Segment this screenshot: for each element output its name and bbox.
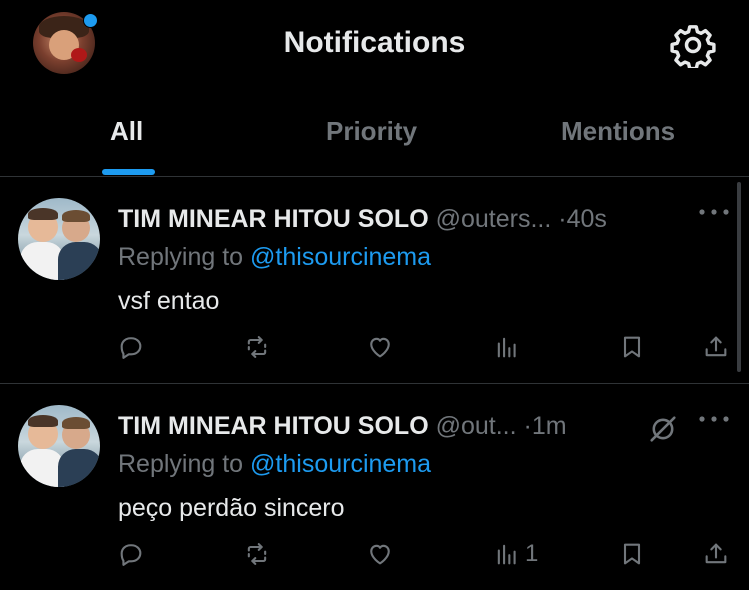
author-handle[interactable]: @out...: [436, 412, 517, 440]
share-icon: [705, 336, 727, 357]
reply-icon: [120, 337, 142, 359]
reply-icon: [120, 544, 142, 566]
more-options-icon[interactable]: [697, 412, 731, 426]
grok-icon[interactable]: [646, 412, 680, 446]
views-icon: [497, 544, 516, 565]
bookmark-icon: [623, 543, 641, 565]
post-header: TIM MINEAR HITOU SOLO @out... ·1m: [118, 412, 567, 441]
repost-icon: [247, 543, 267, 565]
author-avatar[interactable]: [18, 405, 100, 487]
replying-to-line: Replying to @thisourcinema: [118, 450, 431, 479]
tab-all[interactable]: All: [110, 116, 143, 147]
author-name[interactable]: TIM MINEAR HITOU SOLO: [118, 412, 429, 440]
post-text: peço perdão sincero: [118, 494, 345, 522]
more-options-icon[interactable]: [697, 205, 731, 219]
separator: ·: [558, 205, 567, 233]
replying-to-line: Replying to @thisourcinema: [118, 243, 431, 272]
tab-mentions[interactable]: Mentions: [561, 116, 675, 147]
separator: ·: [523, 412, 532, 440]
active-tab-indicator: [102, 169, 155, 175]
post-header: TIM MINEAR HITOU SOLO @outers... ·40s: [118, 205, 607, 234]
share-button[interactable]: [702, 538, 730, 570]
reply-mention-link[interactable]: @thisourcinema: [250, 450, 431, 478]
views-button[interactable]: [493, 331, 525, 363]
repost-button[interactable]: [243, 538, 271, 570]
repost-button[interactable]: [243, 331, 271, 363]
heart-icon: [370, 337, 390, 358]
notification-tabs: All Priority Mentions: [0, 96, 749, 176]
bookmark-button[interactable]: [618, 538, 646, 570]
timestamp[interactable]: 40s: [567, 205, 607, 233]
post[interactable]: TIM MINEAR HITOU SOLO @out... ·1m Replyi…: [0, 384, 749, 590]
author-handle[interactable]: @outers...: [436, 205, 552, 233]
page-title: Notifications: [283, 26, 466, 59]
bookmark-icon: [623, 336, 641, 358]
post-actions: 1: [0, 538, 749, 570]
views-button[interactable]: 1: [493, 538, 538, 570]
like-button[interactable]: [366, 538, 394, 570]
post-actions: [0, 331, 749, 363]
gear-icon[interactable]: [670, 22, 716, 68]
reply-button[interactable]: [117, 331, 145, 363]
views-icon: [497, 337, 516, 358]
reply-mention-link[interactable]: @thisourcinema: [250, 243, 431, 271]
tab-priority[interactable]: Priority: [326, 116, 417, 147]
heart-icon: [370, 544, 390, 565]
author-avatar[interactable]: [18, 198, 100, 280]
reply-prefix: Replying to: [118, 243, 244, 271]
like-button[interactable]: [366, 331, 394, 363]
post[interactable]: TIM MINEAR HITOU SOLO @outers... ·40s Re…: [0, 177, 749, 383]
repost-icon: [247, 336, 267, 358]
timestamp[interactable]: 1m: [532, 412, 567, 440]
share-button[interactable]: [702, 331, 730, 363]
views-count: 1: [525, 540, 539, 567]
reply-button[interactable]: [117, 538, 145, 570]
post-text: vsf entao: [118, 287, 220, 315]
bookmark-button[interactable]: [618, 331, 646, 363]
top-bar: Notifications: [0, 0, 749, 90]
reply-prefix: Replying to: [118, 450, 244, 478]
share-icon: [705, 543, 727, 564]
author-name[interactable]: TIM MINEAR HITOU SOLO: [118, 205, 429, 233]
